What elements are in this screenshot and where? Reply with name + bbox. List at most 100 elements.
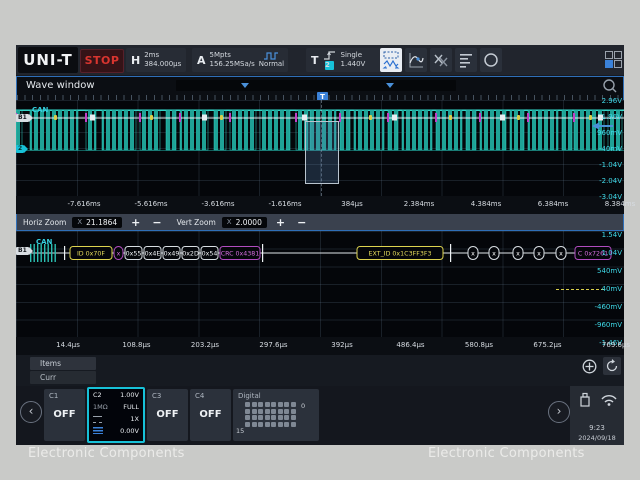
a-key: A [197,54,206,67]
main-time-label: -1.616ms [255,200,315,208]
dc-coupling-icon [93,416,102,423]
acquire-menu[interactable]: A 5Mpts 156.25MSa/s Normal [192,48,288,72]
trigger-menu[interactable]: T 2 Single 1.440V [306,48,388,72]
bottom-tabs: Items Curr [24,357,128,385]
decode-frame: 0x54 [201,247,218,260]
digital-channel-square [278,402,283,407]
list-button[interactable] [455,48,477,72]
vert-zoom-minus-button[interactable]: − [294,217,309,228]
bus1-marker-zoom[interactable]: B1 [16,247,29,255]
layout-square-bl [605,60,613,68]
measure-button[interactable] [405,48,427,72]
main-time-label: -7.616ms [54,200,114,208]
h-key: H [131,54,140,67]
zoom-volt-label: -960mV [576,321,622,329]
measure-icon [407,50,425,70]
zoom-time-label: 769.6µs [586,341,640,349]
decode-frame: x [114,247,123,260]
expand-panel-button[interactable]: › [548,401,570,423]
search-icon[interactable] [602,78,618,94]
refresh-button[interactable] [603,357,621,375]
svg-text:0x54: 0x54 [202,251,218,258]
vert-zoom-value[interactable]: X 2.0000 [222,217,267,228]
channel2-box[interactable]: C21.00V 1MΩFULL 1X 0.00V [87,387,145,443]
digital-channel-square [245,422,250,427]
digital-channel-square [291,422,296,427]
refresh-icon [603,357,621,375]
display-layout-button[interactable] [605,51,622,68]
channel1-box[interactable]: C1 OFF [44,389,85,441]
trigger-source-badge: 2 [325,61,334,70]
main-time-label: 4.384ms [456,200,516,208]
channel3-name: C3 [152,392,161,400]
clock-time: 9:23 [570,424,624,432]
collapse-channels-button[interactable]: ‹ [20,401,42,423]
main-time-label: 2.384ms [389,200,449,208]
digital-channel-square [252,402,257,407]
digital-channel-square [245,409,250,414]
digital-channel-square [291,415,296,420]
main-volt-label: -40mV [576,145,622,153]
svg-text:EXT_ID 0x1C3FF3F3: EXT_ID 0x1C3FF3F3 [369,251,432,258]
channel3-box[interactable]: C3 OFF [147,389,188,441]
channel4-box[interactable]: C4 OFF [190,389,231,441]
channel2-scale: 1.00V [120,389,139,401]
channel4-name: C4 [195,392,204,400]
digital-channel-square [265,422,270,427]
a-depth: 5Mpts [210,51,255,60]
decode-frame: 0x2D [182,247,199,260]
vert-zoom-plus-button[interactable]: + [273,217,288,228]
decode-frame: x [534,247,544,260]
decode-frame: 0x55 [125,247,142,260]
zoom-mode-button[interactable] [380,48,402,72]
horiz-zoom-plus-button[interactable]: + [128,217,143,228]
tab-curr[interactable]: Curr [30,371,96,384]
digital-channel-square [245,415,250,420]
digital-channel-square [252,409,257,414]
digital-first: 0 [301,402,305,410]
channel2-marker[interactable]: 2 [16,145,24,153]
zoom-time-label: 203.2µs [175,341,235,349]
zoom-time-label: 392µs [312,341,372,349]
channel2-probe: 1X [130,413,139,425]
horiz-zoom-minus-button[interactable]: − [149,217,164,228]
usb-icon [578,392,592,408]
main-volt-label: 2.96V [576,97,622,105]
bus1-marker[interactable]: B1 [16,114,29,122]
wave-window-title: Wave window [26,80,95,91]
add-item-icon[interactable] [582,359,597,374]
channel2-name: C2 [93,389,102,401]
decode-frame: x [513,247,523,260]
horizontal-menu[interactable]: H 2ms 384.000µs [126,48,186,72]
svg-text:0x55: 0x55 [126,251,142,258]
channel1-name: C1 [49,392,58,400]
chevron-down-icon[interactable] [241,83,249,88]
run-stop-button[interactable]: STOP [80,49,124,73]
channel4-state: OFF [190,409,231,420]
t-sweep: Single [341,51,366,60]
a-rate: 156.25MSa/s [210,60,255,69]
zoom-time-label: 297.6µs [244,341,304,349]
decode-frame: x [468,247,478,260]
main-time-label: -5.616ms [121,200,181,208]
horiz-zoom-value[interactable]: X 21.1864 [72,217,122,228]
lens-button[interactable] [480,48,502,72]
main-time-label: 6.384ms [523,200,583,208]
decode-frame: CRC 0x4381 [220,247,260,260]
zoom-time-label: 108.8µs [107,341,167,349]
svg-text:x: x [471,251,475,258]
xy-mode-button[interactable] [430,48,452,72]
zoom-time-label: 580.8µs [449,341,509,349]
digital-channels-box[interactable]: Digital 0 15 [233,389,319,441]
digital-channel-square [265,402,270,407]
tab-items[interactable]: Items [30,357,96,370]
watermark-right: Electronic Components [428,446,585,461]
zoom-region-selector[interactable] [305,121,339,184]
svg-text:0x49: 0x49 [164,251,180,258]
main-time-label: 8.384ms [590,200,640,208]
uni-t-logo: UNI-T [18,47,78,73]
digital-channel-square [271,402,276,407]
chevron-down-icon[interactable] [386,83,394,88]
decode-dropdown-bar[interactable] [176,80,456,91]
main-volt-label: 1.96V [576,113,622,121]
